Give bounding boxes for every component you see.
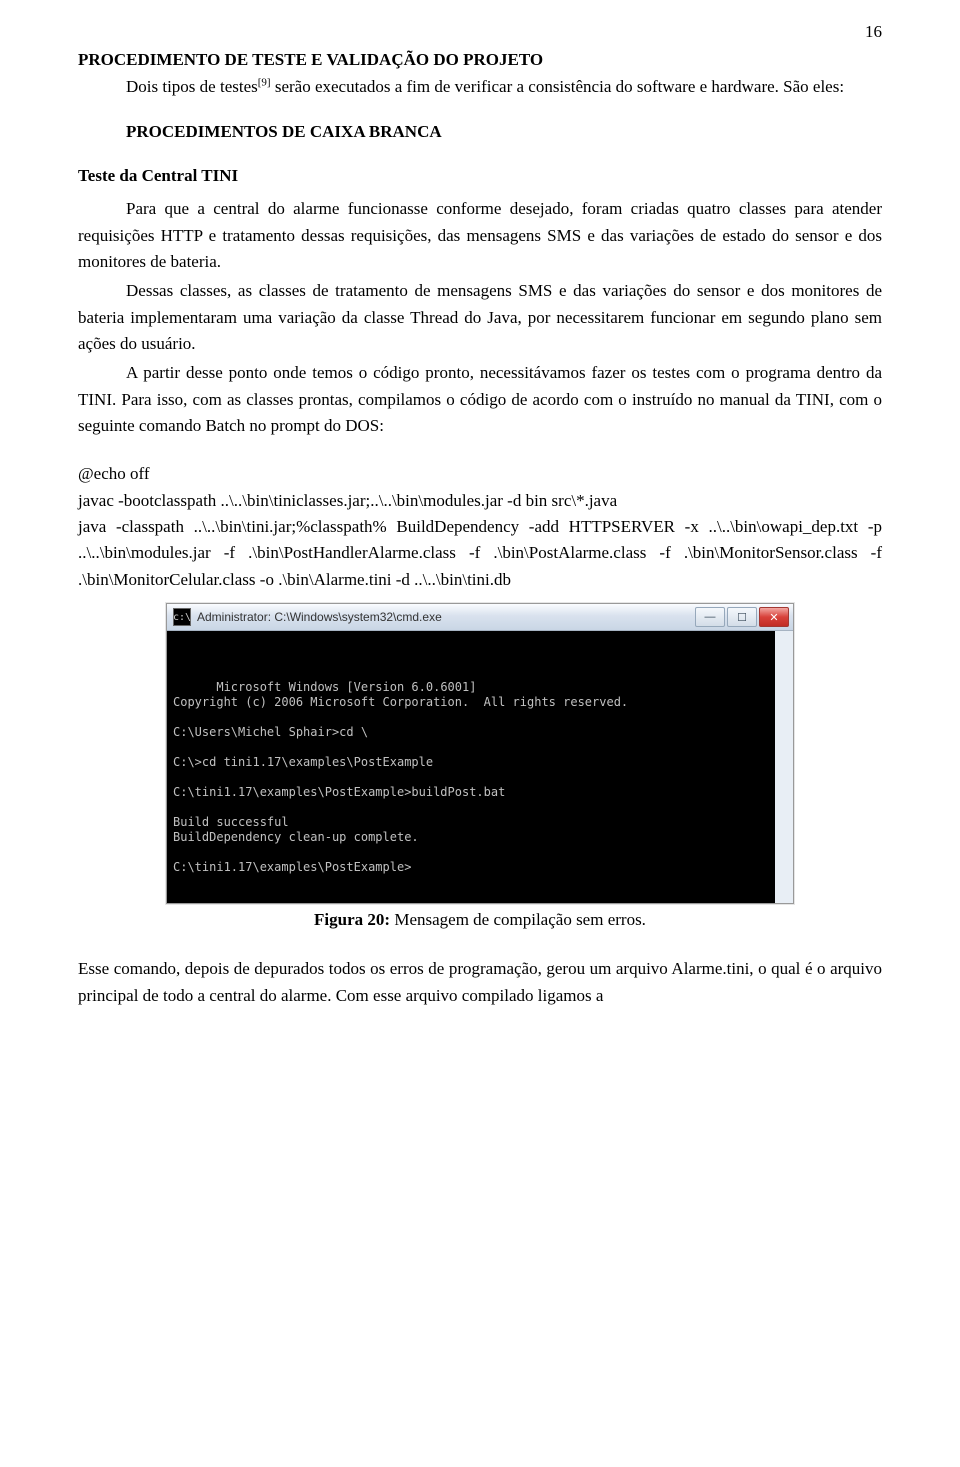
paragraph-2: Dessas classes, as classes de tratamento… <box>78 278 882 357</box>
scrollbar-track[interactable] <box>775 647 793 887</box>
heading-level2: PROCEDIMENTOS DE CAIXA BRANCA <box>126 122 882 142</box>
command-prompt-window: c:\ Administrator: C:\Windows\system32\c… <box>166 603 794 904</box>
heading-level1: PROCEDIMENTO DE TESTE E VALIDAÇÃO DO PRO… <box>78 50 882 70</box>
document-page: 16 PROCEDIMENTO DE TESTE E VALIDAÇÃO DO … <box>0 0 960 1042</box>
intro-part1: Dois tipos de testes <box>126 77 258 96</box>
code-line-1: @echo off <box>78 461 882 487</box>
page-number: 16 <box>865 22 882 42</box>
window-title: Administrator: C:\Windows\system32\cmd.e… <box>197 610 695 624</box>
paragraph-1: Para que a central do alarme funcionasse… <box>78 196 882 275</box>
terminal-output[interactable]: ▲ ▼ Microsoft Windows [Version 6.0.6001] … <box>167 631 793 903</box>
window-buttons: — ☐ ✕ <box>695 607 789 627</box>
window-titlebar: c:\ Administrator: C:\Windows\system32\c… <box>167 604 793 631</box>
terminal-text: Microsoft Windows [Version 6.0.6001] Cop… <box>173 680 628 874</box>
tail-text: Esse comando, depois de depurados todos … <box>78 956 882 1009</box>
scrollbar-down-arrow[interactable]: ▼ <box>775 887 793 903</box>
intro-part2: serão executados a fim de verificar a co… <box>271 77 845 96</box>
body-paragraphs: Para que a central do alarme funcionasse… <box>78 196 882 439</box>
close-button[interactable]: ✕ <box>759 607 789 627</box>
code-line-2: javac -bootclasspath ..\..\bin\tiniclass… <box>78 488 882 514</box>
citation-ref: [9] <box>258 76 271 88</box>
caption-label: Figura 20: <box>314 910 390 929</box>
batch-command-block: @echo off javac -bootclasspath ..\..\bin… <box>78 461 882 593</box>
figure-caption: Figura 20: Mensagem de compilação sem er… <box>78 910 882 930</box>
code-line-3: java -classpath ..\..\bin\tini.jar;%clas… <box>78 514 882 593</box>
maximize-button[interactable]: ☐ <box>727 607 757 627</box>
scrollbar-up-arrow[interactable]: ▲ <box>775 631 793 647</box>
minimize-button[interactable]: — <box>695 607 725 627</box>
cmd-icon: c:\ <box>173 608 191 626</box>
intro-paragraph: Dois tipos de testes[9] serão executados… <box>78 74 882 100</box>
paragraph-3: A partir desse ponto onde temos o código… <box>78 360 882 439</box>
caption-text: Mensagem de compilação sem erros. <box>390 910 646 929</box>
tail-paragraph: Esse comando, depois de depurados todos … <box>78 956 882 1009</box>
heading-level3: Teste da Central TINI <box>78 166 882 186</box>
